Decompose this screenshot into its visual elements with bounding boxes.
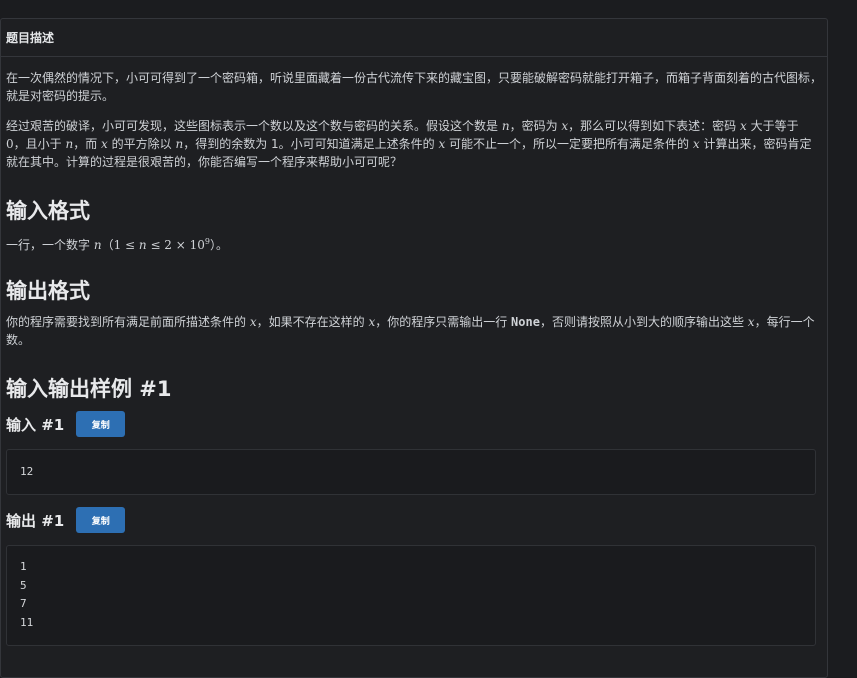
math-x: x bbox=[747, 315, 755, 329]
code-line: 7 bbox=[20, 597, 27, 610]
panel-header: 题目描述 bbox=[1, 19, 827, 57]
input-sample-code[interactable]: 12 bbox=[6, 449, 816, 495]
samples-heading: 输入输出样例 #1 bbox=[6, 377, 172, 401]
code-line: 11 bbox=[20, 615, 34, 629]
panel-title: 题目描述 bbox=[6, 31, 55, 45]
input-sample-label: 输入 #1 bbox=[6, 415, 65, 434]
math-x: x bbox=[249, 315, 257, 329]
math-x: x bbox=[101, 137, 108, 151]
math-n: n bbox=[93, 238, 102, 252]
output-sample-label: 输出 #1 bbox=[6, 511, 65, 530]
math-zero: 0 bbox=[6, 137, 14, 151]
copy-output-button[interactable]: 复制 bbox=[76, 507, 126, 533]
input-format-heading: 输入格式 bbox=[6, 199, 90, 223]
output-format-text: 你的程序需要找到所有满足前面所描述条件的 x，如果不存在这样的 x，你的程序只需… bbox=[6, 315, 815, 347]
code-line: 12 bbox=[20, 465, 34, 478]
math-n: n bbox=[501, 119, 510, 133]
code-line: 5 bbox=[20, 578, 27, 592]
code-line: 1 bbox=[20, 560, 27, 573]
problem-panel: 题目描述 在一次偶然的情况下，小可可得到了一个密码箱，听说里面藏着一份古代流传下… bbox=[0, 18, 828, 678]
copy-input-button[interactable]: 复制 bbox=[76, 411, 126, 437]
math-n: n bbox=[138, 238, 147, 252]
input-sample-header: 输入 #1 复制 bbox=[6, 411, 126, 437]
input-format-text: 一行，一个数字 n（1 ≤ n ≤ 2 × 109）。 bbox=[6, 237, 229, 252]
output-format-heading: 输出格式 bbox=[6, 279, 90, 303]
output-sample-code[interactable]: 1 5 7 11 bbox=[6, 545, 816, 646]
description-paragraph-2: 经过艰苦的破译，小可可发现，这些图标表示一个数以及这个数与密码的关系。假设这个数… bbox=[6, 119, 812, 169]
math-x: x bbox=[740, 119, 747, 133]
math-x: x bbox=[692, 137, 700, 151]
output-sample-header: 输出 #1 复制 bbox=[6, 507, 126, 533]
none-keyword: None bbox=[511, 315, 540, 329]
problem-content: 在一次偶然的情况下，小可可得到了一个密码箱，听说里面藏着一份古代流传下来的藏宝图… bbox=[1, 69, 827, 171]
description-paragraph-1: 在一次偶然的情况下，小可可得到了一个密码箱，听说里面藏着一份古代流传下来的藏宝图… bbox=[6, 71, 823, 103]
